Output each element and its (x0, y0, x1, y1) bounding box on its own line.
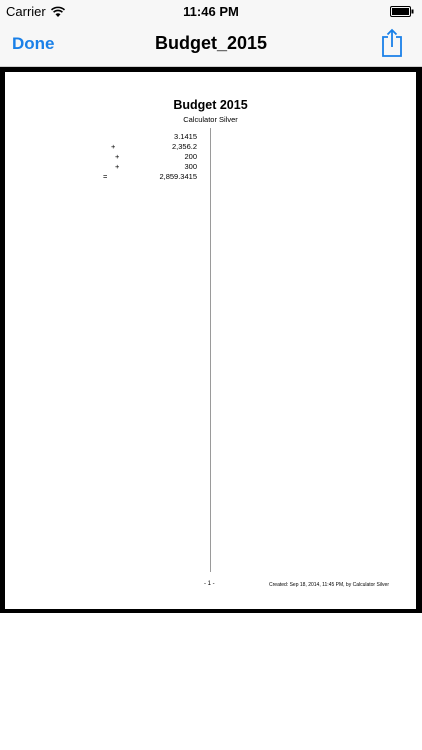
created-note: Created: Sep 18, 2014, 11:45 PM, by Calc… (269, 582, 389, 588)
calc-line: 3.1415 (95, 132, 197, 142)
calc-operator: = (103, 172, 108, 181)
screen: Carrier 11:46 PM Done Budget_2015 Budget… (0, 0, 422, 750)
share-icon[interactable] (380, 28, 404, 58)
column-divider (210, 128, 211, 572)
navigation-bar: Done Budget_2015 (0, 22, 422, 67)
calculation-tape: 3.1415 + 2,356.2 + 200 + 300 = 2,859.341… (95, 132, 197, 182)
calc-value: 2,356.2 (171, 142, 197, 151)
page-number: - 1 - (204, 581, 215, 587)
calc-line: + 300 (95, 162, 197, 172)
calc-value: 300 (184, 162, 197, 171)
calc-operator: + (111, 142, 116, 151)
calc-operator: + (115, 152, 120, 161)
document-title: Budget 2015 (173, 98, 248, 112)
calc-value: 200 (184, 152, 197, 161)
battery-icon (390, 6, 414, 17)
status-time: 11:46 PM (183, 4, 239, 19)
status-bar: Carrier 11:46 PM (0, 0, 422, 22)
calc-value: 2,859.3415 (159, 172, 197, 181)
calc-line: + 200 (95, 152, 197, 162)
calc-line: + 2,356.2 (95, 142, 197, 152)
document-page[interactable]: Budget 2015 Calculator Silver 3.1415 + 2… (5, 72, 416, 609)
page-title: Budget_2015 (154, 33, 268, 53)
document-subtitle: Calculator Silver (183, 115, 238, 124)
calc-operator: + (115, 162, 120, 171)
calc-value: 3.1415 (174, 132, 197, 141)
document-frame: Budget 2015 Calculator Silver 3.1415 + 2… (0, 67, 422, 613)
calc-line: = 2,859.3415 (95, 172, 197, 182)
